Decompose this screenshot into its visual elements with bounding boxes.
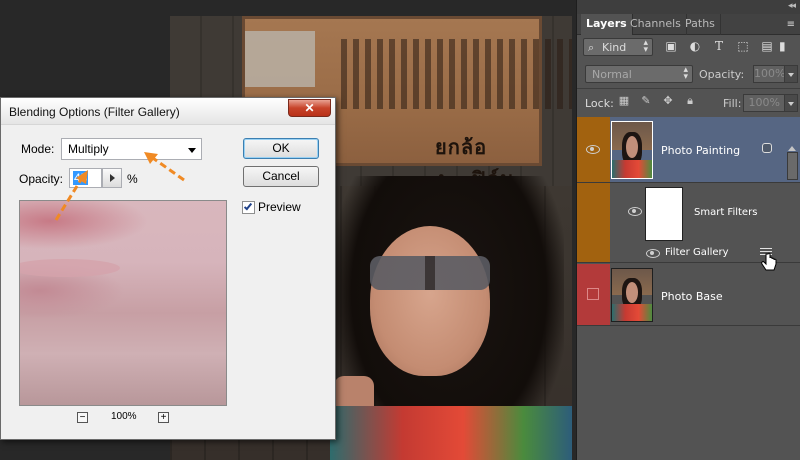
blend-mode-value: Normal [592, 68, 632, 81]
preview-lip [20, 259, 120, 277]
layer-filter-kind-dropdown[interactable]: ⌕ Kind ▴ ▾ [583, 38, 653, 56]
dialog-titlebar[interactable]: Blending Options (Filter Gallery) ✕ [1, 98, 335, 125]
image-filter-icon[interactable]: ▣ [663, 38, 679, 54]
stepper-icon: ▴ ▾ [643, 38, 648, 55]
layers-list: Photo Painting Smart Filters Filter Gall… [577, 117, 800, 460]
collapse-panel-icon[interactable]: ◂◂ [788, 1, 796, 11]
layer-thumbnail [611, 121, 653, 179]
adjustment-filter-icon[interactable]: ◐ [687, 38, 703, 54]
thumb-face [626, 282, 638, 303]
layer-name[interactable]: Filter Gallery [665, 247, 729, 258]
layer-name[interactable]: Photo Base [661, 290, 723, 303]
layer-opacity-field[interactable]: 100% [753, 65, 785, 83]
shape-filter-icon[interactable]: ⬚ [735, 38, 751, 54]
blend-mode-dropdown[interactable]: Normal ▴ ▾ [585, 65, 693, 83]
ok-button[interactable]: OK [243, 138, 319, 159]
eye-icon[interactable] [628, 207, 642, 216]
tab-channels[interactable]: Channels [625, 14, 687, 35]
panel-menu-icon[interactable]: ≡ [787, 19, 795, 30]
panel-tabs: Layers Channels Paths ≡ [577, 14, 800, 35]
preview-image[interactable] [19, 200, 227, 406]
search-icon: ⌕ [588, 41, 595, 54]
lock-all-icon[interactable]: 🔒︎ [683, 94, 697, 108]
layer-color-tag [577, 117, 610, 182]
lock-transparency-icon[interactable]: ▦ [617, 94, 631, 108]
smart-filter-mask-thumbnail [645, 187, 683, 241]
sign-paper-note [245, 31, 315, 87]
preview-label: Preview [258, 200, 301, 214]
thumb-shirt [612, 304, 652, 321]
sign-lettering [341, 39, 572, 109]
layer-color-tag [577, 264, 610, 325]
filter-toggle-icon[interactable]: ▮ [779, 38, 786, 54]
lock-image-brush-icon[interactable]: ✎ [639, 94, 653, 108]
annotation-arrow-mode [144, 152, 185, 182]
visibility-toggle-empty[interactable] [587, 288, 599, 300]
type-filter-icon[interactable]: T [711, 38, 727, 54]
cancel-button[interactable]: Cancel [243, 166, 319, 187]
layer-row-photo-base[interactable]: Photo Base [577, 264, 800, 326]
floral-shirt [330, 406, 572, 460]
divider [577, 88, 800, 89]
fill-slider-button[interactable] [784, 94, 798, 112]
panel-header-bar: ◂◂ [577, 0, 800, 14]
layer-thumbnail [611, 268, 653, 322]
fill-field[interactable]: 100% [743, 94, 785, 112]
lock-label: Lock: [585, 97, 614, 110]
lock-position-move-icon[interactable]: ✥ [661, 94, 675, 108]
hand-cursor-icon [761, 252, 777, 271]
layer-row-smart-filters[interactable]: Smart Filters [577, 183, 800, 245]
smart-filter-indicator-icon [762, 143, 772, 153]
mode-label: Mode: [21, 142, 55, 156]
thumb-shirt [612, 160, 652, 178]
sunglasses [370, 256, 490, 290]
close-button[interactable]: ✕ [288, 99, 331, 117]
layer-color-tag [577, 183, 610, 245]
blending-options-dialog: Blending Options (Filter Gallery) ✕ Mode… [0, 97, 336, 440]
annotation-arrow-opacity [54, 170, 88, 221]
zoom-level: 100% [111, 411, 137, 422]
dialog-title: Blending Options (Filter Gallery) [9, 105, 180, 119]
zoom-out-button[interactable]: − [77, 412, 88, 423]
layer-opacity-label: Opacity: [699, 68, 745, 81]
layer-row-photo-painting[interactable]: Photo Painting [577, 117, 800, 183]
layer-color-tag [577, 245, 610, 262]
tab-paths[interactable]: Paths [680, 14, 721, 35]
scroll-up-icon[interactable] [788, 146, 796, 151]
opacity-unit: % [127, 172, 138, 186]
mode-value: Multiply [68, 142, 109, 156]
slider-line [760, 248, 772, 249]
opacity-slider-button[interactable] [102, 168, 122, 188]
layer-name[interactable]: Photo Painting [661, 144, 740, 157]
layer-name[interactable]: Smart Filters [694, 207, 757, 218]
stepper-icon: ▴ ▾ [683, 65, 688, 82]
eye-icon[interactable] [646, 249, 660, 258]
preview-checkbox[interactable] [242, 201, 255, 214]
arrow-right-icon [110, 174, 115, 182]
layer-opacity-slider-button[interactable] [784, 65, 798, 83]
layers-panel: ◂◂ Layers Channels Paths ≡ ⌕ Kind ▴ ▾ ▣ ◐… [576, 0, 800, 460]
checkmark-icon [243, 201, 253, 211]
smart-object-filter-icon[interactable]: ▤ [759, 38, 775, 54]
close-icon: ✕ [304, 101, 315, 115]
layers-scrollbar[interactable] [787, 152, 798, 180]
woman-face [370, 226, 490, 376]
kind-value: Kind [602, 41, 627, 54]
layer-filter-icons: ▣ ◐ T ⬚ ▤ ▮ [663, 38, 789, 56]
fill-label: Fill: [723, 97, 742, 110]
zoom-in-button[interactable]: + [158, 412, 169, 423]
eye-icon[interactable] [586, 145, 600, 154]
